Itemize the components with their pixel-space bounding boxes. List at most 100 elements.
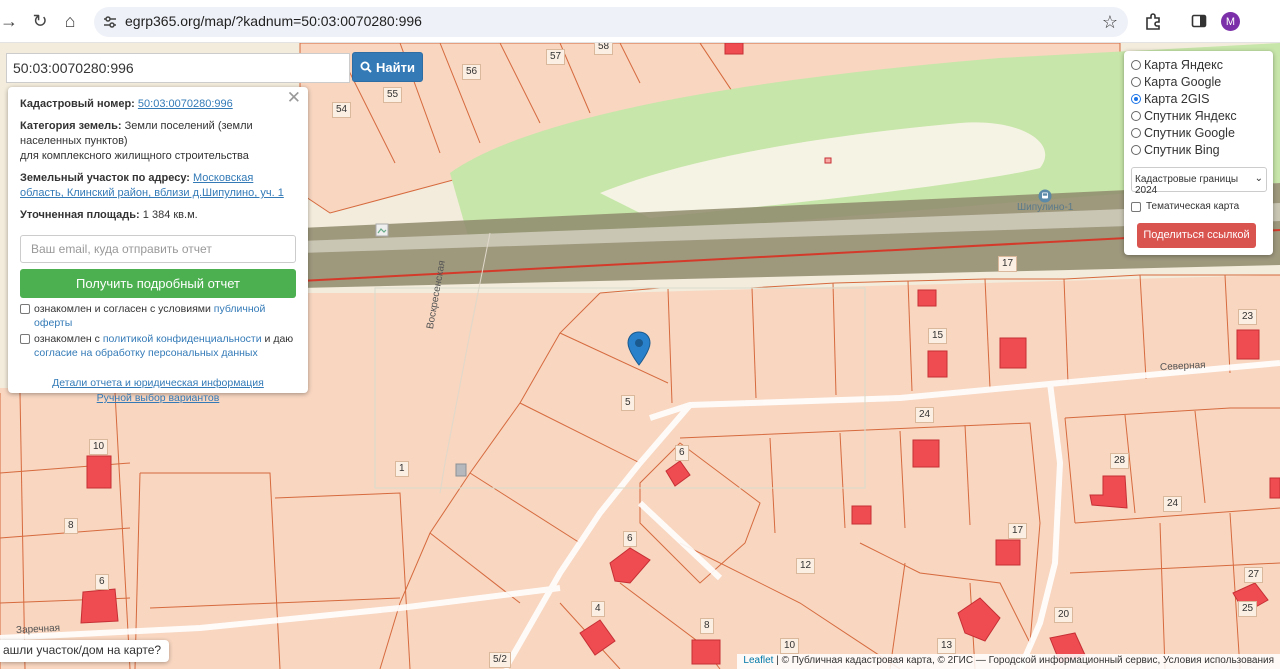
plot-label: 55 [383, 87, 403, 103]
area-row: Уточненная площадь: 1 384 кв.м. [20, 208, 296, 223]
bus-stop-label: Шипулино-1 [1017, 202, 1074, 213]
search-button-label: Найти [376, 59, 415, 75]
plot-label: 10 [89, 439, 109, 455]
layer-option[interactable]: Спутник Bing [1131, 141, 1266, 158]
layer-radio-selected[interactable] [1131, 93, 1141, 104]
search-input-value: 50:03:0070280:996 [13, 60, 134, 76]
plot-label: 10 [780, 638, 800, 654]
bus-stop-icon[interactable] [1038, 189, 1052, 203]
plot-label: 28 [1110, 453, 1130, 469]
layer-radio[interactable] [1131, 76, 1141, 87]
broken-image-icon [375, 223, 389, 237]
plot-label: 8 [700, 618, 714, 634]
street-label: Заречная [15, 622, 61, 637]
plot-label: 8 [64, 518, 78, 534]
email-field[interactable]: Ваш email, куда отправить отчет [20, 235, 296, 263]
overlay-select[interactable]: Кадастровые границы 2024 ⌄ [1131, 167, 1267, 196]
plot-label: 24 [915, 407, 935, 423]
extensions-icon[interactable] [1140, 8, 1166, 34]
plot-label: 1 [395, 461, 409, 477]
plot-label: 13 [937, 638, 957, 654]
personal-data-link[interactable]: согласие на обработку персональных данны… [34, 347, 258, 359]
privacy-consent: ознакомлен с политикой конфиденциальност… [20, 332, 296, 360]
layer-option-label: Спутник Google [1144, 125, 1235, 140]
thematic-map-checkbox[interactable] [1131, 201, 1141, 212]
search-icon [360, 61, 372, 73]
layer-option-label: Спутник Bing [1144, 142, 1220, 157]
layer-option[interactable]: Карта Яндекс [1131, 56, 1266, 73]
land-use-value: для комплексного жилищного строительства [20, 150, 249, 162]
plot-label: 20 [1054, 607, 1074, 623]
privacy-consent-checkbox[interactable] [20, 334, 30, 344]
layer-option[interactable]: Спутник Яндекс [1131, 107, 1266, 124]
map-marker-small-icon [455, 463, 467, 477]
offer-consent: ознакомлен и согласен с условиями публич… [20, 302, 296, 330]
area-value: 1 384 кв.м. [142, 209, 198, 221]
plot-label: 27 [1244, 567, 1264, 583]
attribution-text: | © Публичная кадастровая карта, © 2ГИС … [776, 655, 1274, 666]
overlay-select-value: Кадастровые границы 2024 [1135, 174, 1239, 196]
leaflet-link[interactable]: Leaflet [743, 655, 773, 666]
layer-option[interactable]: Спутник Google [1131, 124, 1266, 141]
browser-toolbar: → ↻ ⌂ egrp365.org/map/?kadnum=50:03:0070… [0, 0, 1280, 43]
offer-consent-checkbox[interactable] [20, 304, 30, 314]
map-canvas[interactable]: 58 57 56 55 54 17 15 23 24 5 6 1 10 8 6 … [0, 43, 1280, 669]
close-icon[interactable]: ✕ [287, 89, 301, 106]
layer-option[interactable]: Карта Google [1131, 73, 1266, 90]
thematic-map-toggle[interactable]: Тематическая карта [1131, 201, 1266, 212]
privacy-consent-mid: и даю [264, 333, 294, 345]
land-category-row: Категория земель: Земли поселений (земли… [20, 119, 296, 164]
bookmark-star-icon[interactable]: ☆ [1102, 12, 1118, 33]
cadastral-number-link[interactable]: 50:03:0070280:996 [138, 98, 233, 110]
chevron-down-icon: ⌄ [1254, 173, 1263, 184]
layer-radio[interactable] [1131, 144, 1141, 155]
layer-radio[interactable] [1131, 127, 1141, 138]
layer-option-label: Карта 2GIS [1144, 91, 1210, 106]
layers-panel: Карта Яндекс Карта Google Карта 2GIS Спу… [1124, 51, 1273, 255]
plot-label: 12 [796, 558, 816, 574]
manual-selection-link[interactable]: Ручной выбор вариантов [20, 391, 296, 406]
plot-label: 4 [591, 601, 605, 617]
address-row: Земельный участок по адресу: Московская … [20, 171, 296, 201]
home-icon[interactable]: ⌂ [57, 8, 83, 34]
plot-label: 17 [998, 256, 1018, 272]
side-panel-icon[interactable] [1186, 8, 1212, 34]
plot-label: 6 [675, 445, 689, 461]
address-label: Земельный участок по адресу: [20, 172, 190, 184]
plot-label: 6 [623, 531, 637, 547]
parcel-info-panel: ✕ Кадастровый номер: 50:03:0070280:996 К… [8, 87, 308, 404]
privacy-policy-link[interactable]: политикой конфиденциальности [103, 333, 262, 345]
plot-label: 24 [1163, 496, 1183, 512]
reload-icon[interactable]: ↻ [27, 8, 53, 34]
plot-label: 23 [1238, 309, 1258, 325]
site-settings-icon[interactable] [102, 14, 118, 30]
report-details-link[interactable]: Детали отчета и юридическая информация [20, 376, 296, 391]
plot-label: 6 [95, 574, 109, 590]
share-link-button[interactable]: Поделиться ссылкой [1137, 223, 1256, 248]
layer-radio[interactable] [1131, 110, 1141, 121]
location-pin-icon[interactable] [627, 331, 651, 367]
plot-label: 17 [1008, 523, 1028, 539]
offer-consent-text: ознакомлен и согласен с условиями [34, 303, 211, 315]
privacy-consent-text: ознакомлен с [34, 333, 100, 345]
plot-label: 58 [594, 43, 614, 55]
forward-icon[interactable]: → [0, 8, 22, 34]
address-bar[interactable]: egrp365.org/map/?kadnum=50:03:0070280:99… [94, 7, 1128, 37]
plot-label: 57 [546, 49, 566, 65]
layer-option-label: Спутник Яндекс [1144, 108, 1237, 123]
cadastral-number-row: Кадастровый номер: 50:03:0070280:996 [20, 97, 296, 112]
land-category-label: Категория земель: [20, 120, 122, 132]
profile-avatar[interactable]: M [1221, 12, 1240, 31]
get-report-button[interactable]: Получить подробный отчет [20, 269, 296, 298]
layer-option-label: Карта Яндекс [1144, 57, 1223, 72]
found-plot-prompt[interactable]: ашли участок/дом на карте? [0, 640, 170, 662]
cadastral-search-input[interactable]: 50:03:0070280:996 [6, 53, 350, 83]
plot-label: 25 [1238, 601, 1258, 617]
plot-label: 5 [621, 395, 635, 411]
layer-radio[interactable] [1131, 59, 1141, 70]
thematic-map-label: Тематическая карта [1146, 201, 1240, 212]
layer-option[interactable]: Карта 2GIS [1131, 90, 1266, 107]
search-button[interactable]: Найти [352, 52, 423, 82]
plot-label: 54 [332, 102, 352, 118]
layer-option-label: Карта Google [1144, 74, 1222, 89]
